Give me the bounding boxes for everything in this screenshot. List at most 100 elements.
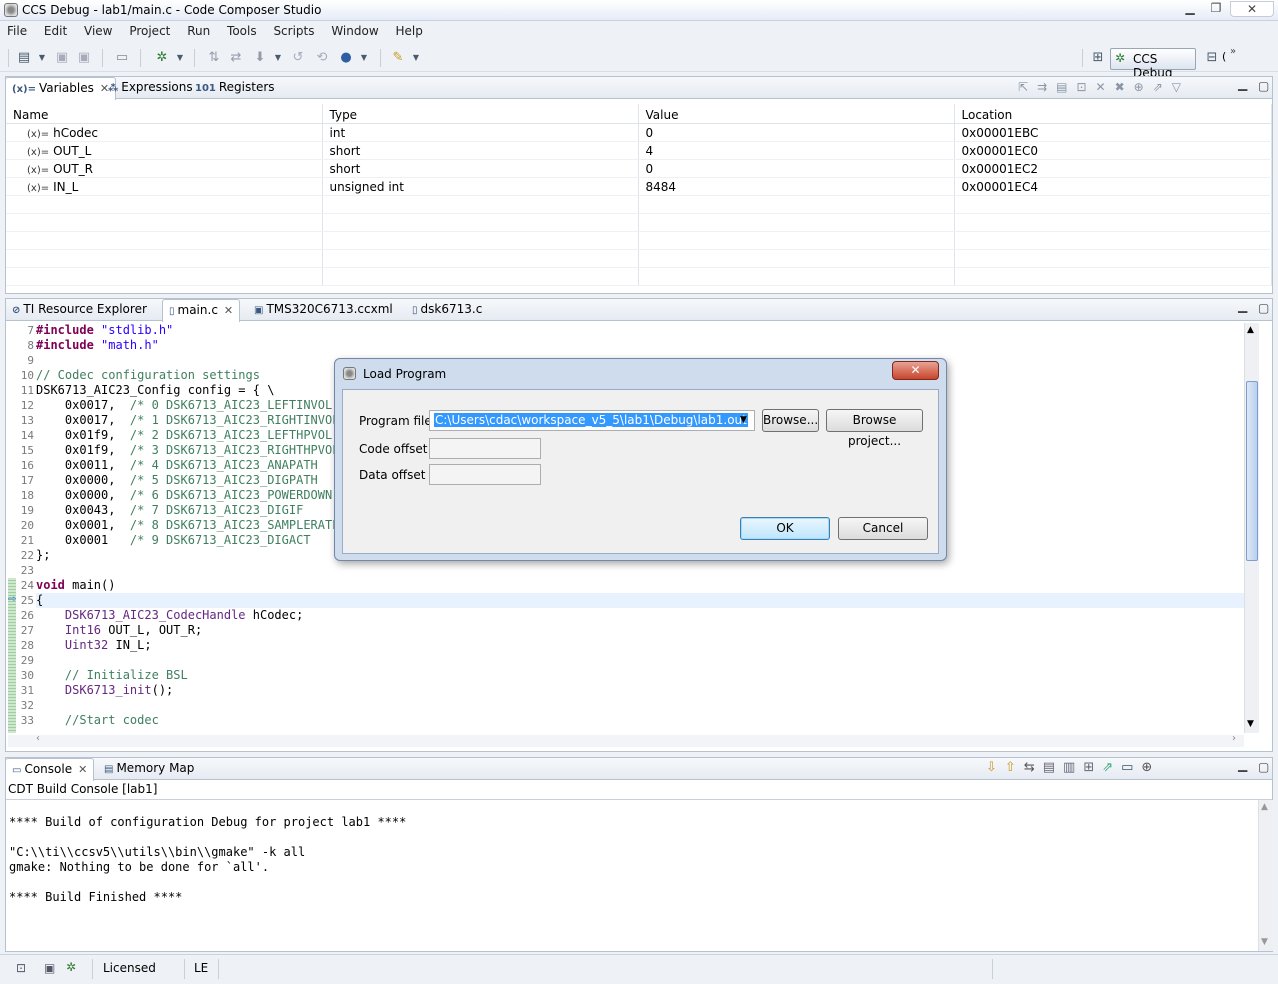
scroll-up-icon[interactable]: ▲: [1247, 325, 1254, 335]
external-tools-icon[interactable]: ✎: [390, 50, 406, 66]
save-icon[interactable]: ▣: [54, 50, 70, 66]
tab-memory-map[interactable]: ▤ Memory Map: [98, 758, 200, 780]
table-row[interactable]: (x)= OUT_L short 4 0x00001EC0: [6, 141, 1272, 160]
tab-expressions[interactable]: ⁂ Expressions: [102, 77, 199, 99]
run-dropdown-icon[interactable]: ▼: [356, 50, 372, 66]
open-console-icon[interactable]: ⇗: [1102, 760, 1121, 775]
code-line[interactable]: // Codec configuration settings: [36, 368, 260, 383]
ok-button[interactable]: OK: [740, 517, 830, 540]
console-toolbar[interactable]: ⇩⇧⇆▤▥⊞⇗▭⊕: [986, 760, 1160, 775]
tab-ccxml[interactable]: ▣ TMS320C6713.ccxml: [248, 299, 399, 321]
new-view-icon[interactable]: ⊕: [1134, 80, 1153, 94]
code-offset-field[interactable]: [429, 438, 541, 459]
code-line[interactable]: DSK6713_init();: [36, 683, 173, 698]
dialog-close-button[interactable]: ✕: [892, 361, 939, 380]
code-line[interactable]: 0x0001 /* 9 DSK6713_AIC23_DIGACT: [36, 533, 311, 548]
maximize-view-icon[interactable]: ▢: [1258, 760, 1269, 774]
scroll-thumb[interactable]: [1246, 381, 1258, 561]
run-icon[interactable]: ●: [338, 50, 354, 66]
view-menu-icon[interactable]: ▽: [1172, 80, 1190, 94]
maximize-view-icon[interactable]: ▢: [1258, 301, 1269, 315]
variable-value[interactable]: 0: [638, 159, 955, 178]
close-window-button[interactable]: ✕: [1230, 1, 1274, 17]
code-line[interactable]: 0x0001, /* 8 DSK6713_AIC23_SAMPLERATE: [36, 518, 340, 533]
minimize-view-icon[interactable]: ▁: [1238, 77, 1247, 91]
tab-registers[interactable]: 101 Registers: [189, 77, 281, 99]
external-tools-dropdown-icon[interactable]: ▼: [408, 50, 424, 66]
code-line[interactable]: 0x0017, /* 1 DSK6713_AIC23_RIGHTINVOL: [36, 413, 340, 428]
code-line[interactable]: //Start codec: [36, 713, 159, 728]
code-line[interactable]: // Initialize BSL: [36, 668, 188, 683]
load-icon[interactable]: ⬇: [252, 50, 268, 66]
variable-value[interactable]: 8484: [638, 177, 955, 196]
new-icon[interactable]: ▤: [16, 50, 32, 66]
cancel-button[interactable]: Cancel: [838, 517, 928, 540]
code-line[interactable]: #include "math.h": [36, 338, 159, 353]
code-line[interactable]: 0x0000, /* 6 DSK6713_AIC23_POWERDOWN: [36, 488, 332, 503]
code-line[interactable]: {: [36, 593, 43, 608]
variables-view-toolbar[interactable]: ⇱⇉▤⊡✕✖⊕⇗▽: [1018, 80, 1190, 94]
copy-icon[interactable]: ⊞: [1083, 760, 1102, 775]
code-line[interactable]: Uint32 IN_L;: [36, 638, 152, 653]
code-line[interactable]: 0x0011, /* 4 DSK6713_AIC23_ANAPATH: [36, 458, 318, 473]
debug-dropdown-icon[interactable]: ▼: [172, 50, 188, 66]
data-offset-field[interactable]: [429, 464, 541, 485]
menu-window[interactable]: Window: [324, 22, 384, 38]
remove-icon[interactable]: ✕: [1096, 80, 1115, 94]
prev-error-icon[interactable]: ⇧: [1005, 760, 1024, 775]
pin-icon[interactable]: ⇗: [1153, 80, 1172, 94]
close-icon[interactable]: ✕: [78, 763, 87, 776]
table-row[interactable]: (x)= OUT_R short 0 0x00001EC2: [6, 159, 1272, 178]
menu-help[interactable]: Help: [388, 22, 428, 38]
code-line[interactable]: DSK6713_AIC23_CodecHandle hCodec;: [36, 608, 303, 623]
menu-tools[interactable]: Tools: [220, 22, 263, 38]
target-icon[interactable]: ▣: [44, 961, 55, 975]
chevron-down-icon[interactable]: ▼: [740, 415, 747, 425]
scroll-lock-icon[interactable]: ⇆: [1024, 760, 1043, 775]
console-vertical-scrollbar[interactable]: ▲ ▼: [1258, 800, 1273, 951]
fast-view-icon[interactable]: ⊡: [16, 961, 26, 975]
scroll-left-icon[interactable]: ‹: [36, 733, 40, 744]
minimize-button[interactable]: ▁: [1177, 1, 1203, 17]
console-output[interactable]: **** Build of configuration Debug for pr…: [9, 800, 406, 905]
table-row[interactable]: (x)= hCodec int 0 0x00001EBC: [6, 123, 1272, 142]
tab-console[interactable]: ▭ Console ✕: [5, 758, 95, 781]
open-perspective-icon[interactable]: ▭: [114, 50, 130, 66]
table-row[interactable]: (x)= IN_L unsigned int 8484 0x00001EC4: [6, 177, 1272, 196]
code-line[interactable]: Int16 OUT_L, OUT_R;: [36, 623, 202, 638]
next-error-icon[interactable]: ⇩: [986, 760, 1005, 775]
load-dropdown-icon[interactable]: ▼: [270, 50, 286, 66]
clear-console-icon[interactable]: ▤: [1043, 760, 1063, 775]
code-line[interactable]: };: [36, 548, 50, 563]
debug-status-icon[interactable]: ✲: [66, 960, 76, 974]
code-line[interactable]: 0x01f9, /* 3 DSK6713_AIC23_RIGHTHPVOL: [36, 443, 340, 458]
restore-button[interactable]: ❐: [1203, 1, 1229, 17]
variable-value[interactable]: 4: [638, 141, 955, 160]
close-icon[interactable]: ✕: [224, 304, 233, 317]
tab-dsk6713-c[interactable]: ▯ dsk6713.c: [406, 299, 488, 321]
display-console-icon[interactable]: ▭: [1121, 760, 1141, 775]
new-dropdown-icon[interactable]: ▼: [34, 50, 50, 66]
select-all-icon[interactable]: ⊡: [1076, 80, 1095, 94]
scroll-down-icon[interactable]: ▼: [1261, 937, 1268, 947]
browse-project-button[interactable]: Browse project...: [826, 409, 923, 448]
variable-value[interactable]: 0: [638, 123, 955, 142]
menu-file[interactable]: File: [0, 22, 33, 38]
scroll-down-icon[interactable]: ▼: [1247, 719, 1254, 729]
tab-main-c[interactable]: ▯ main.c ✕: [162, 299, 241, 322]
tab-ti-resource-explorer[interactable]: ⊘ TI Resource Explorer: [6, 299, 153, 321]
more-perspectives-chevron-icon[interactable]: »: [1230, 46, 1236, 57]
code-line[interactable]: 0x0000, /* 5 DSK6713_AIC23_DIGPATH: [36, 473, 318, 488]
disconnect-icon[interactable]: ⇄: [228, 50, 244, 66]
layout-icon[interactable]: ▤: [1056, 80, 1076, 94]
tab-variables[interactable]: (x)= Variables ✕: [5, 77, 117, 100]
show-type-icon[interactable]: ⇉: [1037, 80, 1056, 94]
scroll-up-icon[interactable]: ▲: [1261, 802, 1268, 812]
editor-horizontal-scrollbar[interactable]: ‹ ›: [8, 733, 1244, 747]
restart-icon[interactable]: ↺: [290, 50, 306, 66]
more-perspectives-label[interactable]: (: [1222, 50, 1226, 63]
menu-view[interactable]: View: [77, 22, 118, 38]
menu-edit[interactable]: Edit: [37, 22, 73, 38]
other-perspective-icon[interactable]: ⊟: [1204, 50, 1220, 66]
minimize-view-icon[interactable]: ▁: [1238, 758, 1247, 772]
